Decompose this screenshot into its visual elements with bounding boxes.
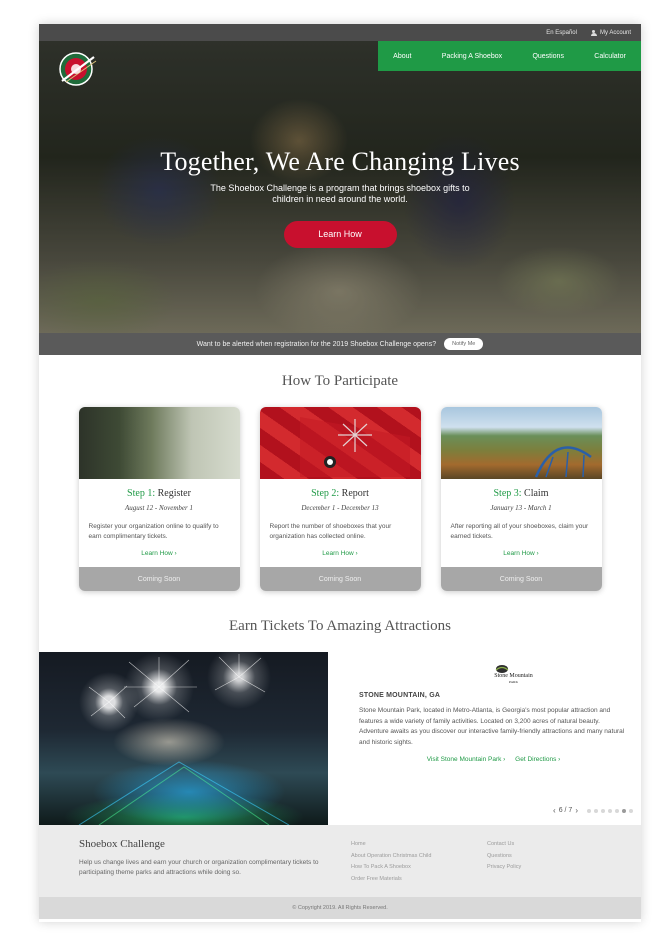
card-dates: January 13 - March 1 — [490, 504, 552, 512]
logo-text: Stone Mountain — [494, 673, 533, 679]
fireworks-illustration — [78, 654, 290, 825]
operation-christmas-child-logo[interactable] — [54, 51, 100, 87]
slide-dots — [587, 808, 633, 813]
step-card-register: Step 1: Register August 12 - November 1 … — [78, 407, 240, 591]
slide-dot-3[interactable] — [601, 808, 605, 813]
nav-about[interactable]: About — [393, 53, 411, 60]
stone-mountain-fireworks-image — [39, 652, 328, 825]
stone-mountain-logo: Stone Mountain PARK — [484, 662, 544, 684]
hero-title: Together, We Are Changing Lives — [160, 147, 520, 176]
step-card-claim: Step 3: Claim January 13 - March 1 After… — [440, 407, 602, 591]
rollercoaster-illustration — [534, 446, 592, 478]
how-to-participate-title: How To Participate — [281, 373, 399, 389]
card-learn-how-link[interactable]: Learn How › — [270, 550, 411, 557]
step-cards: Step 1: Register August 12 - November 1 … — [39, 407, 641, 591]
card-dates: August 12 - November 1 — [124, 504, 194, 512]
registration-alert-bar: Want to be alerted when registration for… — [39, 333, 641, 355]
attraction-links: Visit Stone Mountain Park › Get Directio… — [359, 756, 628, 763]
slide-pager: ‹ 6 / 7 › — [553, 806, 633, 815]
attraction-description: Stone Mountain Park, located in Metro-At… — [359, 707, 625, 746]
register-image — [78, 407, 240, 479]
shoebox-illustration — [299, 417, 410, 477]
step-card-report: Step 2: Report December 1 - December 13 … — [259, 407, 421, 591]
logo-subtext: PARK — [508, 680, 518, 684]
get-directions-link[interactable]: Get Directions › — [515, 756, 560, 763]
card-heading: Step 2: Report — [311, 488, 369, 499]
hero-subtitle: The Shoebox Challenge is a program that … — [210, 183, 470, 204]
footer: Shoebox Challenge Help us change lives a… — [39, 825, 641, 897]
attraction-slide: Stone Mountain PARK STONE MOUNTAIN, GA S… — [39, 652, 641, 825]
footer-link-questions[interactable]: Questions — [487, 851, 623, 863]
user-icon — [590, 29, 597, 36]
alert-text: Want to be alerted when registration for… — [196, 340, 437, 348]
slide-dot-1[interactable] — [587, 808, 591, 813]
footer-title: Shoebox Challenge — [79, 838, 165, 850]
card-heading: Step 1: Register — [127, 488, 191, 499]
footer-link-privacy[interactable]: Privacy Policy — [487, 862, 623, 874]
card-description: Register your organization online to qua… — [88, 523, 219, 540]
learn-how-button[interactable]: Learn How — [283, 221, 397, 248]
card-description: Report the number of shoeboxes that your… — [269, 523, 392, 540]
footer-link-contact[interactable]: Contact Us — [487, 839, 623, 851]
footer-text: Help us change lives and earn your churc… — [79, 859, 319, 876]
account-label: My Account — [599, 29, 631, 36]
slide-dot-5[interactable] — [615, 808, 619, 813]
utility-bar: En Español My Account — [39, 24, 641, 41]
slide-dot-7[interactable] — [629, 808, 633, 813]
footer-link-order-materials[interactable]: Order Free Materials — [351, 874, 487, 886]
copyright: © Copyright 2019. All Rights Reserved. — [39, 897, 641, 919]
visit-park-link[interactable]: Visit Stone Mountain Park › — [427, 756, 506, 763]
coming-soon-button[interactable]: Coming Soon — [259, 567, 421, 591]
main-nav: About Packing A Shoebox Questions Calcul… — [378, 41, 641, 71]
slide-dot-2[interactable] — [594, 808, 598, 813]
page: En Español My Account About Packing A Sh… — [39, 24, 641, 922]
coming-soon-button[interactable]: Coming Soon — [78, 567, 240, 591]
hero-content: Together, We Are Changing Lives The Shoe… — [39, 147, 641, 248]
nav-questions[interactable]: Questions — [532, 53, 564, 60]
card-learn-how-link[interactable]: Learn How › — [451, 550, 592, 557]
nav-calculator[interactable]: Calculator — [594, 53, 626, 60]
footer-links-column-1: Home About Operation Christmas Child How… — [351, 838, 487, 897]
claim-image — [440, 407, 602, 479]
card-heading: Step 3: Claim — [493, 488, 549, 499]
nav-packing-a-shoebox[interactable]: Packing A Shoebox — [442, 53, 502, 60]
language-link[interactable]: En Español — [546, 30, 577, 36]
footer-links-column-2: Contact Us Questions Privacy Policy — [487, 838, 623, 897]
footer-link-about-occ[interactable]: About Operation Christmas Child — [351, 851, 487, 863]
slide-counter: 6 / 7 — [558, 807, 573, 814]
account-link[interactable]: My Account — [590, 29, 631, 36]
card-description: After reporting all of your shoeboxes, c… — [450, 523, 589, 540]
footer-link-how-to-pack[interactable]: How To Pack A Shoebox — [351, 862, 487, 874]
footer-link-home[interactable]: Home — [351, 839, 487, 851]
hero: About Packing A Shoebox Questions Calcul… — [39, 41, 641, 333]
previous-slide-button[interactable]: ‹ — [553, 806, 556, 815]
report-image — [259, 407, 421, 479]
card-dates: December 1 - December 13 — [301, 504, 379, 512]
slide-dot-4[interactable] — [608, 808, 612, 813]
slide-dot-6[interactable] — [622, 808, 626, 813]
next-slide-button[interactable]: › — [575, 806, 578, 815]
attractions-title: Earn Tickets To Amazing Attractions — [229, 618, 451, 634]
attraction-name: STONE MOUNTAIN, GA — [359, 692, 441, 699]
attraction-details: Stone Mountain PARK STONE MOUNTAIN, GA S… — [328, 652, 641, 825]
notify-me-button[interactable]: Notify Me — [444, 338, 484, 350]
coming-soon-button[interactable]: Coming Soon — [440, 567, 602, 591]
card-learn-how-link[interactable]: Learn How › — [89, 550, 230, 557]
